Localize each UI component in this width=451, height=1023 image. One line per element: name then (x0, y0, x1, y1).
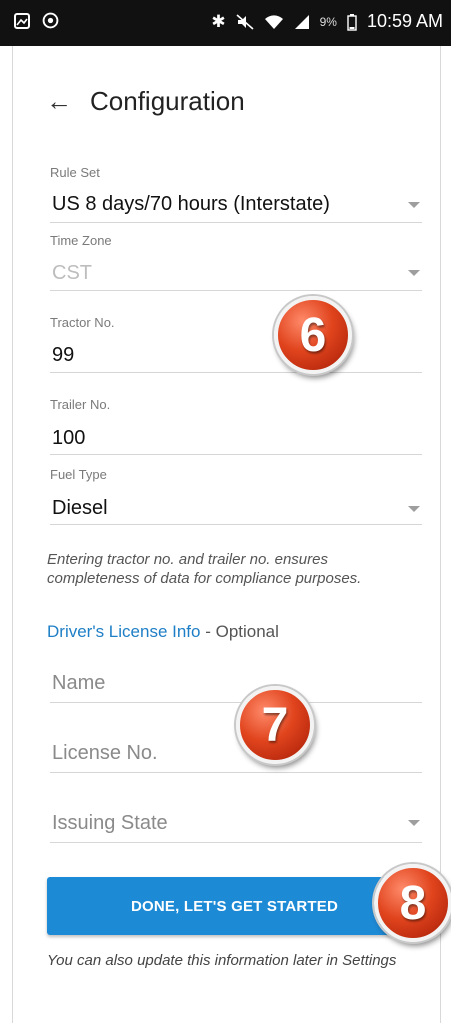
license-no-input[interactable]: License No. (50, 730, 422, 773)
battery-percent: 9% (319, 14, 337, 29)
back-arrow-icon[interactable]: ← (46, 86, 72, 117)
footer-note: You can also update this information lat… (47, 952, 397, 969)
name-input[interactable]: Name (50, 660, 422, 703)
name-placeholder: Name (52, 672, 106, 694)
license-no-placeholder: License No. (52, 742, 158, 764)
fuel-type-value: Diesel (52, 497, 108, 519)
sync-icon (42, 12, 59, 29)
mute-icon (236, 13, 254, 30)
drivers-license-info-link[interactable]: Driver's License Info (47, 622, 200, 641)
page-title: Configuration (90, 86, 245, 116)
optional-label: - Optional (200, 622, 279, 641)
rule-set-label: Rule Set (50, 165, 100, 180)
issuing-state-placeholder: Issuing State (52, 812, 168, 834)
app-header: ← Configuration (46, 86, 245, 117)
callout-badge-6: 6 (274, 296, 352, 374)
callout-badge-8: 8 (374, 864, 451, 942)
chevron-down-icon (408, 506, 420, 512)
gallery-icon (14, 12, 30, 29)
done-get-started-button[interactable]: DONE, LET'S GET STARTED (47, 877, 422, 935)
license-section-heading: Driver's License Info - Optional (47, 622, 279, 642)
battery-icon (347, 13, 357, 31)
issuing-state-select[interactable]: Issuing State (50, 800, 422, 843)
wifi-icon (264, 14, 283, 29)
compliance-note: Entering tractor no. and trailer no. ens… (47, 551, 362, 587)
time-zone-value: CST (52, 262, 92, 284)
rule-set-value: US 8 days/70 hours (Interstate) (52, 193, 330, 215)
status-bar-right: ✱ 9% 10:59 AM (211, 11, 443, 32)
time-zone-label: Time Zone (50, 233, 112, 248)
status-bar-left (14, 12, 59, 29)
trailer-no-field[interactable]: Trailer No. 100 (50, 390, 422, 455)
time-zone-select[interactable]: Time Zone CST (50, 228, 422, 291)
clock: 10:59 AM (366, 11, 443, 31)
status-bar: ✱ 9% 10:59 AM (0, 0, 451, 46)
signal-icon (294, 14, 309, 29)
fuel-type-select[interactable]: Fuel Type Diesel (50, 462, 422, 525)
tractor-no-value: 99 (52, 344, 75, 366)
callout-badge-7: 7 (236, 686, 314, 764)
chevron-down-icon (408, 202, 420, 208)
rule-set-select[interactable]: Rule Set US 8 days/70 hours (Interstate) (50, 160, 422, 223)
chevron-down-icon (408, 270, 420, 276)
trailer-no-label: Trailer No. (50, 397, 111, 412)
tractor-no-label: Tractor No. (50, 315, 115, 330)
chevron-down-icon (408, 820, 420, 826)
fuel-type-label: Fuel Type (50, 467, 107, 482)
bluetooth-icon: ✱ (211, 11, 226, 31)
trailer-no-value: 100 (52, 427, 86, 449)
tractor-no-field[interactable]: Tractor No. 99 (50, 308, 422, 373)
